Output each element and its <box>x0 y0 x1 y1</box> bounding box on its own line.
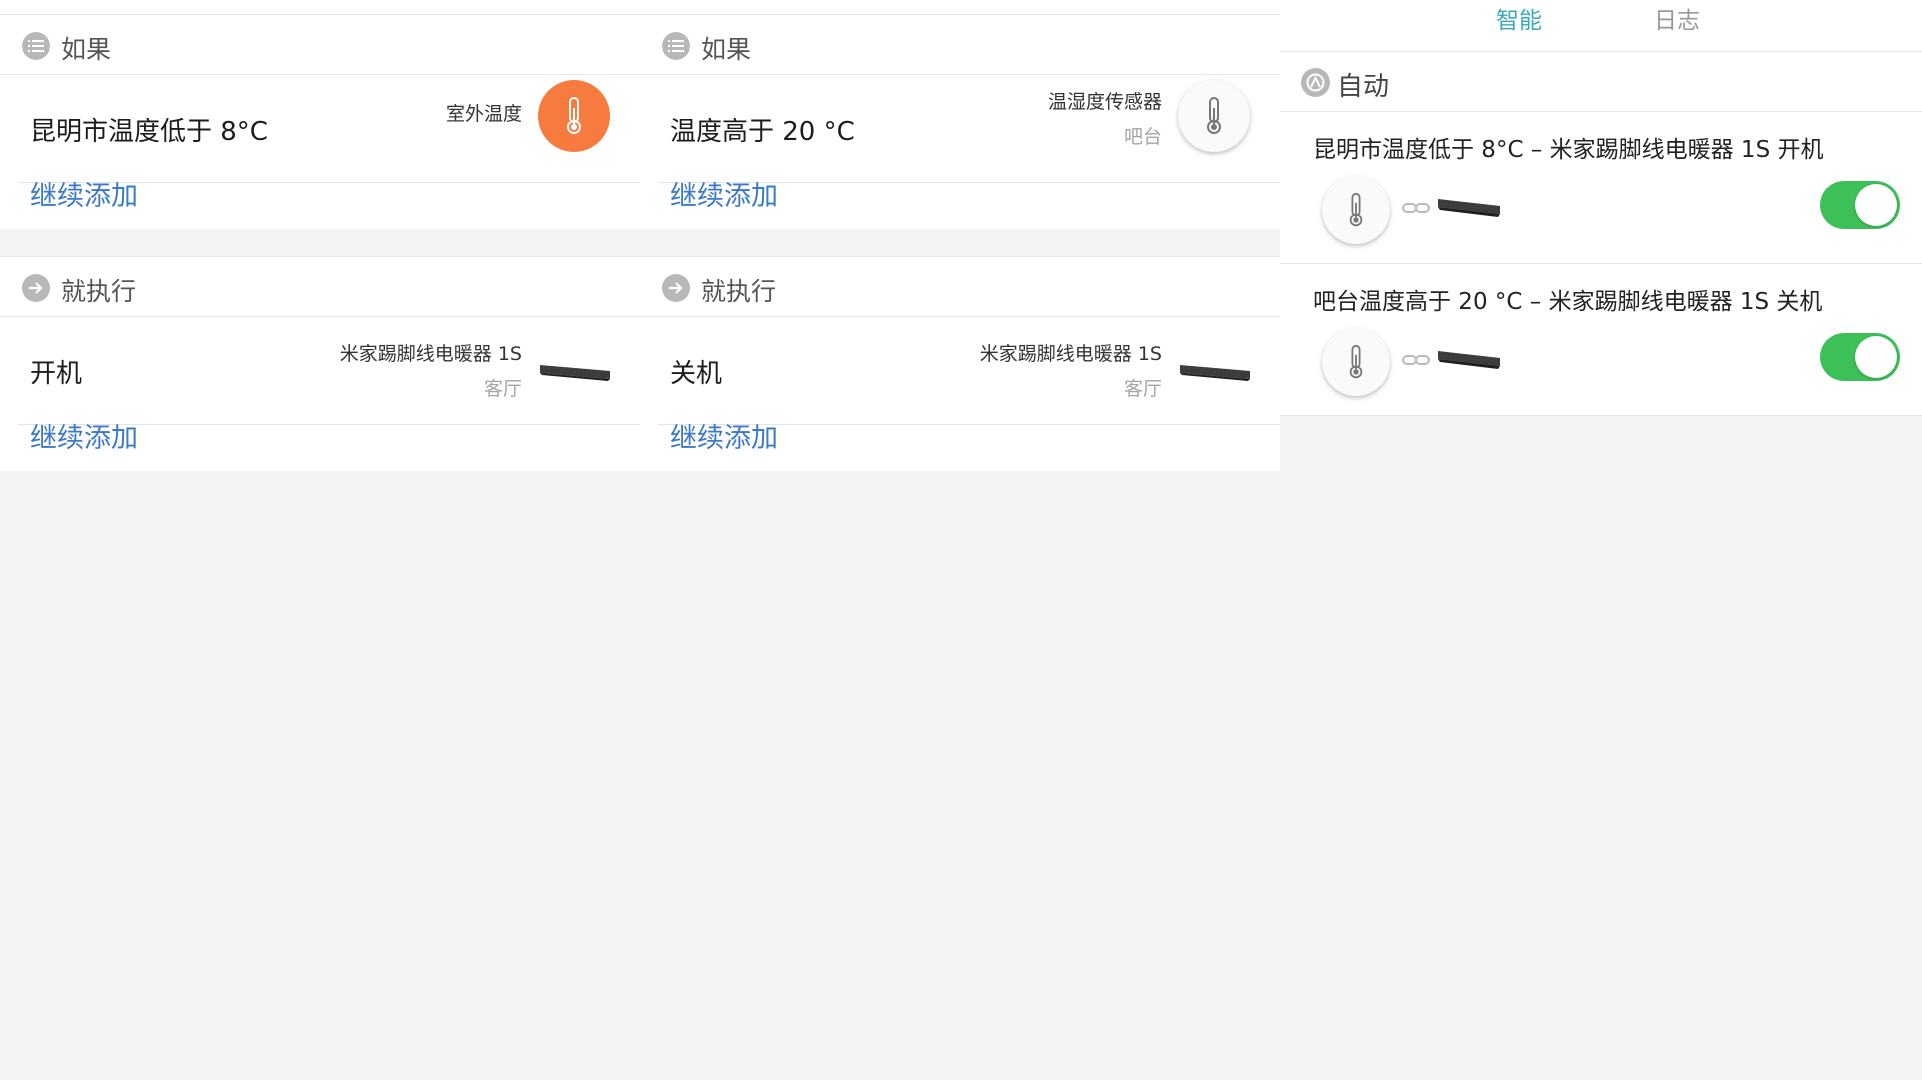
list-icon <box>22 32 50 60</box>
tab-bar: 智能 日志 <box>1280 0 1922 52</box>
link-icon <box>1402 203 1430 213</box>
link-icon <box>1402 355 1430 365</box>
condition-device-info: 温湿度传感器 吧台 <box>1048 87 1162 149</box>
rule-title: 昆明市温度低于 8°C – 米家踢脚线电暖器 1S 开机 <box>1313 137 1824 163</box>
if-section: 如果 昆明市温度低于 8°C 室外温度 继续添加 <box>0 0 640 229</box>
rule-item[interactable]: 昆明市温度低于 8°C – 米家踢脚线电暖器 1S 开机 <box>1280 112 1922 264</box>
condition-row[interactable]: 昆明市温度低于 8°C 室外温度 <box>18 75 640 183</box>
smart-list-panel: 智能 日志 自动 昆明市温度低于 8°C – 米家踢脚线电暖器 1S 开机 吧台… <box>1280 0 1922 1080</box>
then-section: 就执行 开机 米家踢脚线电暖器 1S 客厅 继续添加 <box>0 256 640 471</box>
add-condition-label: 继续添加 <box>30 181 138 212</box>
rule-toggle[interactable] <box>1820 181 1900 229</box>
toggle-knob <box>1855 184 1897 226</box>
add-condition-button[interactable]: 继续添加 <box>640 181 1280 229</box>
then-header: 就执行 <box>0 256 640 317</box>
if-header-title: 如果 <box>701 35 752 64</box>
then-header-title: 就执行 <box>701 277 777 306</box>
condition-device-room: 吧台 <box>1123 126 1162 148</box>
action-device-name: 米家踢脚线电暖器 1S <box>339 343 522 365</box>
rule-item[interactable]: 吧台温度高于 20 °C – 米家踢脚线电暖器 1S 关机 <box>1280 264 1922 416</box>
action-device-room: 客厅 <box>1123 378 1162 400</box>
condition-source-label: 室外温度 <box>445 103 522 125</box>
list-icon <box>662 32 690 60</box>
action-device-info: 米家踢脚线电暖器 1S 客厅 <box>980 339 1162 401</box>
tab-log[interactable]: 日志 <box>1654 1 1700 35</box>
if-header: 如果 <box>0 14 640 75</box>
add-condition-label: 继续添加 <box>670 181 778 212</box>
add-action-button[interactable]: 继续添加 <box>0 423 640 471</box>
auto-header: 自动 <box>1280 52 1922 112</box>
thermometer-icon <box>1322 328 1390 396</box>
toggle-knob <box>1855 336 1897 378</box>
arrow-right-icon <box>22 274 50 302</box>
action-device-info: 米家踢脚线电暖器 1S 客厅 <box>340 339 522 401</box>
heater-icon <box>540 365 610 381</box>
tab-smart[interactable]: 智能 <box>1496 1 1542 35</box>
thermometer-icon <box>1322 176 1390 244</box>
if-header: 如果 <box>640 14 1280 75</box>
action-device-name: 米家踢脚线电暖器 1S <box>979 343 1162 365</box>
add-action-button[interactable]: 继续添加 <box>640 423 1280 471</box>
thermometer-icon <box>538 80 610 152</box>
add-action-label: 继续添加 <box>670 423 778 454</box>
then-header: 就执行 <box>640 256 1280 317</box>
if-section: 如果 温度高于 20 °C 温湿度传感器 吧台 继续添加 <box>640 0 1280 229</box>
condition-row[interactable]: 温度高于 20 °C 温湿度传感器 吧台 <box>658 75 1280 183</box>
action-text: 关机 <box>670 359 723 389</box>
action-text: 开机 <box>30 359 83 389</box>
rule-toggle[interactable] <box>1820 333 1900 381</box>
auto-header-title: 自动 <box>1337 72 1390 102</box>
action-row[interactable]: 关机 米家踢脚线电暖器 1S 客厅 <box>658 317 1280 425</box>
then-section: 就执行 关机 米家踢脚线电暖器 1S 客厅 继续添加 <box>640 256 1280 471</box>
arrow-right-icon <box>662 274 690 302</box>
auto-icon <box>1301 68 1330 97</box>
action-device-room: 客厅 <box>483 378 522 400</box>
heater-icon <box>1180 365 1250 381</box>
condition-text: 昆明市温度低于 8°C <box>30 117 268 147</box>
action-row[interactable]: 开机 米家踢脚线电暖器 1S 客厅 <box>18 317 640 425</box>
if-header-title: 如果 <box>61 35 112 64</box>
heater-icon <box>1438 199 1500 217</box>
condition-text: 温度高于 20 °C <box>670 117 855 147</box>
add-action-label: 继续添加 <box>30 423 138 454</box>
rule-title: 吧台温度高于 20 °C – 米家踢脚线电暖器 1S 关机 <box>1313 289 1823 315</box>
add-condition-button[interactable]: 继续添加 <box>0 181 640 229</box>
thermometer-icon <box>1178 80 1250 152</box>
scene-editor-panel-1: 如果 昆明市温度低于 8°C 室外温度 继续添加 就执行 开机 米家踢脚线电暖器… <box>0 0 640 1080</box>
scene-editor-panel-2: 如果 温度高于 20 °C 温湿度传感器 吧台 继续添加 就执行 关机 米家踢脚… <box>640 0 1280 1080</box>
condition-device-name: 温湿度传感器 <box>1047 91 1162 113</box>
then-header-title: 就执行 <box>61 277 137 306</box>
heater-icon <box>1438 351 1500 369</box>
condition-source: 室外温度 <box>446 99 522 126</box>
